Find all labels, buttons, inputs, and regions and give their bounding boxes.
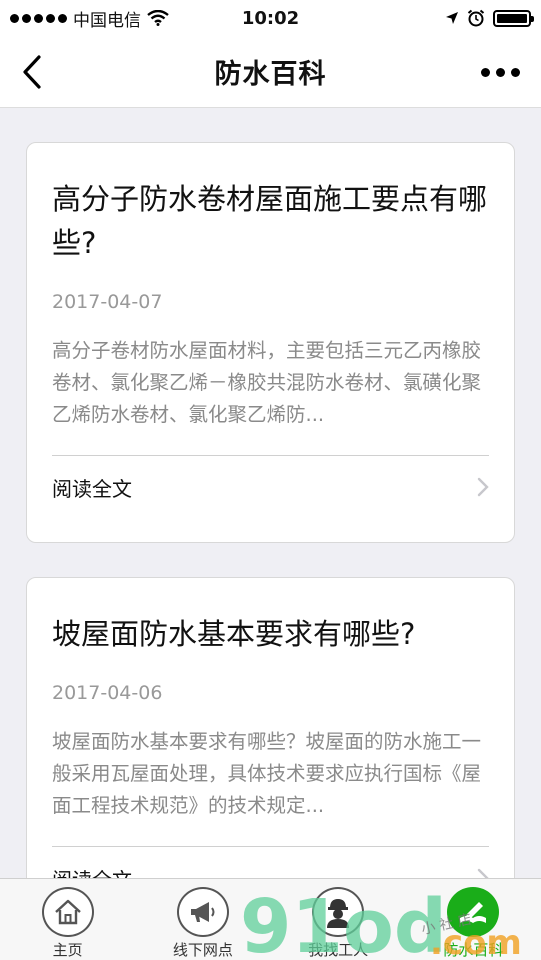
worker-icon bbox=[312, 887, 365, 937]
tab-bar: 主页 线下网点 我找工人 防水百科 bbox=[0, 878, 541, 960]
tab-find-workers[interactable]: 我找工人 bbox=[271, 879, 406, 960]
article-title: 高分子防水卷材屋面施工要点有哪些? bbox=[52, 182, 488, 260]
wifi-icon bbox=[147, 10, 169, 26]
read-more-label: 阅读全文 bbox=[52, 864, 132, 879]
page-title: 防水百科 bbox=[214, 59, 327, 90]
nav-bar: 防水百科 bbox=[0, 36, 541, 108]
alarm-clock-icon bbox=[467, 9, 485, 27]
article-date: 2017-04-06 bbox=[52, 682, 163, 704]
chevron-left-icon bbox=[23, 55, 41, 89]
tab-waterproof-wiki[interactable]: 防水百科 bbox=[406, 879, 541, 960]
home-icon bbox=[41, 887, 94, 937]
battery-icon bbox=[493, 9, 534, 27]
more-button[interactable] bbox=[479, 58, 521, 86]
back-button[interactable] bbox=[14, 52, 50, 92]
carrier-label: 中国电信 bbox=[73, 10, 141, 31]
status-left: 中国电信 bbox=[10, 6, 169, 31]
status-bar: 中国电信 10:02 bbox=[0, 0, 541, 36]
tab-offline-outlets[interactable]: 线下网点 bbox=[135, 879, 270, 960]
tab-label: 防水百科 bbox=[443, 941, 504, 959]
article-card[interactable]: 坡屋面防水基本要求有哪些? 2017-04-06 坡屋面防水基本要求有哪些？坡屋… bbox=[26, 577, 515, 878]
book-pencil-icon bbox=[447, 887, 500, 937]
signal-strength-icon bbox=[10, 13, 67, 23]
tab-label: 线下网点 bbox=[172, 941, 233, 959]
read-more-link[interactable]: 阅读全文 bbox=[52, 847, 489, 878]
read-more-link[interactable]: 阅读全文 bbox=[52, 456, 489, 518]
chevron-right-icon bbox=[477, 477, 489, 497]
tab-label: 主页 bbox=[52, 941, 83, 959]
read-more-label: 阅读全文 bbox=[52, 476, 132, 501]
article-summary: 高分子卷材防水屋面材料，主要包括三元乙丙橡胶卷材、氯化聚乙烯－橡胶共混防水卷材、… bbox=[52, 339, 482, 426]
chevron-right-icon bbox=[477, 868, 489, 878]
tab-home[interactable]: 主页 bbox=[0, 879, 135, 960]
status-right bbox=[445, 9, 534, 27]
article-date: 2017-04-07 bbox=[52, 291, 163, 313]
location-arrow-icon bbox=[446, 12, 458, 24]
article-title: 坡屋面防水基本要求有哪些? bbox=[52, 617, 416, 651]
tab-label: 我找工人 bbox=[308, 941, 369, 959]
article-card[interactable]: 高分子防水卷材屋面施工要点有哪些? 2017-04-07 高分子卷材防水屋面材料… bbox=[26, 142, 515, 543]
megaphone-icon bbox=[176, 887, 229, 937]
more-dots-icon bbox=[480, 67, 490, 77]
article-summary: 坡屋面防水基本要求有哪些？坡屋面的防水施工一般采用瓦屋面处理，具体技术要求应执行… bbox=[52, 730, 482, 817]
article-list: 高分子防水卷材屋面施工要点有哪些? 2017-04-07 高分子卷材防水屋面材料… bbox=[0, 108, 541, 878]
